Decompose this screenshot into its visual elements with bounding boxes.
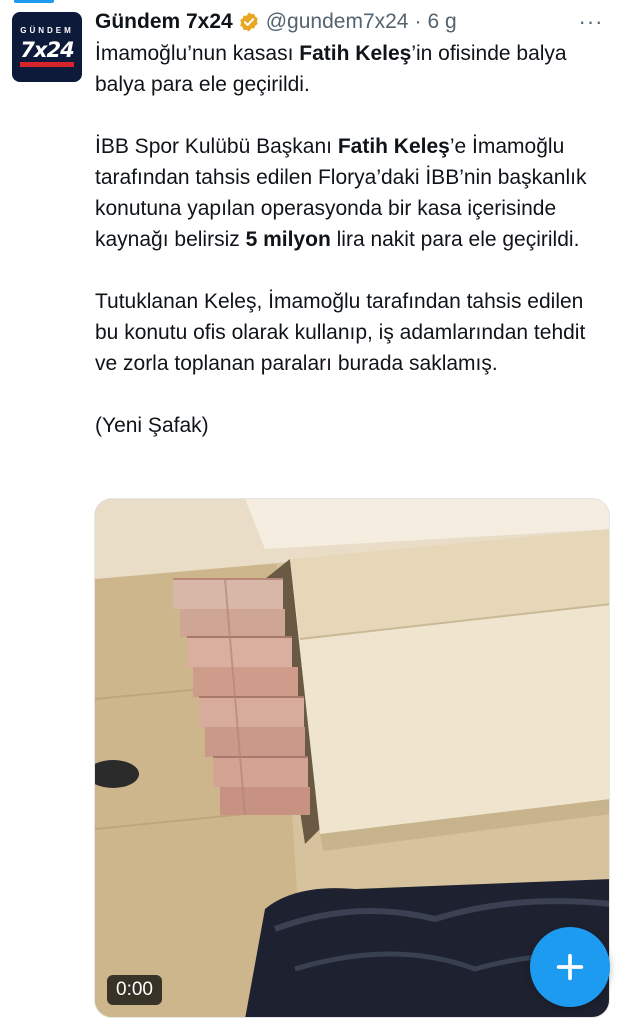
tab-indicator xyxy=(14,0,54,3)
paragraph-1: İmamoğlu’nun kasası Fatih Keleş’in ofisi… xyxy=(95,38,605,100)
display-name[interactable]: Gündem 7x24 xyxy=(95,10,233,34)
plus-icon xyxy=(556,953,584,981)
video-timestamp: 0:00 xyxy=(107,975,162,1005)
avatar-logo-bar xyxy=(20,62,74,67)
compose-button[interactable] xyxy=(530,927,610,1007)
paragraph-2: İBB Spor Kulübü Başkanı Fatih Keleş’e İm… xyxy=(95,131,605,255)
bold-name: Fatih Keleş xyxy=(299,42,412,65)
text-span: İBB Spor Kulübü Başkanı xyxy=(95,135,338,158)
avatar[interactable]: GÜNDEM 7x24 xyxy=(12,12,82,82)
verified-badge-icon xyxy=(238,11,260,33)
tweet[interactable]: GÜNDEM 7x24 Gündem 7x24 @gundem7x24 · 6 … xyxy=(0,0,624,1024)
tweet-text: İmamoğlu’nun kasası Fatih Keleş’in ofisi… xyxy=(95,38,605,441)
video-player[interactable]: 0:00 xyxy=(94,498,610,1018)
avatar-logo-small-text: GÜNDEM xyxy=(20,26,74,35)
text-span: İmamoğlu’nun kasası xyxy=(95,42,300,65)
text-span: lira nakit para ele geçirildi. xyxy=(330,228,580,251)
bold-amount: 5 milyon xyxy=(245,228,331,251)
timestamp[interactable]: 6 g xyxy=(427,10,456,34)
paragraph-4: (Yeni Şafak) xyxy=(95,414,209,437)
video-frame xyxy=(95,499,609,1017)
handle[interactable]: @gundem7x24 xyxy=(266,10,409,34)
more-options-icon[interactable]: ··· xyxy=(578,8,604,36)
paragraph-3: Tutuklanan Keleş, İmamoğlu tarafından ta… xyxy=(95,290,586,375)
bold-name: Fatih Keleş xyxy=(337,135,450,158)
separator-dot: · xyxy=(414,10,422,33)
tweet-header: Gündem 7x24 @gundem7x24 · 6 g ··· xyxy=(95,8,604,36)
avatar-logo-big-text: 7x24 xyxy=(20,38,74,62)
